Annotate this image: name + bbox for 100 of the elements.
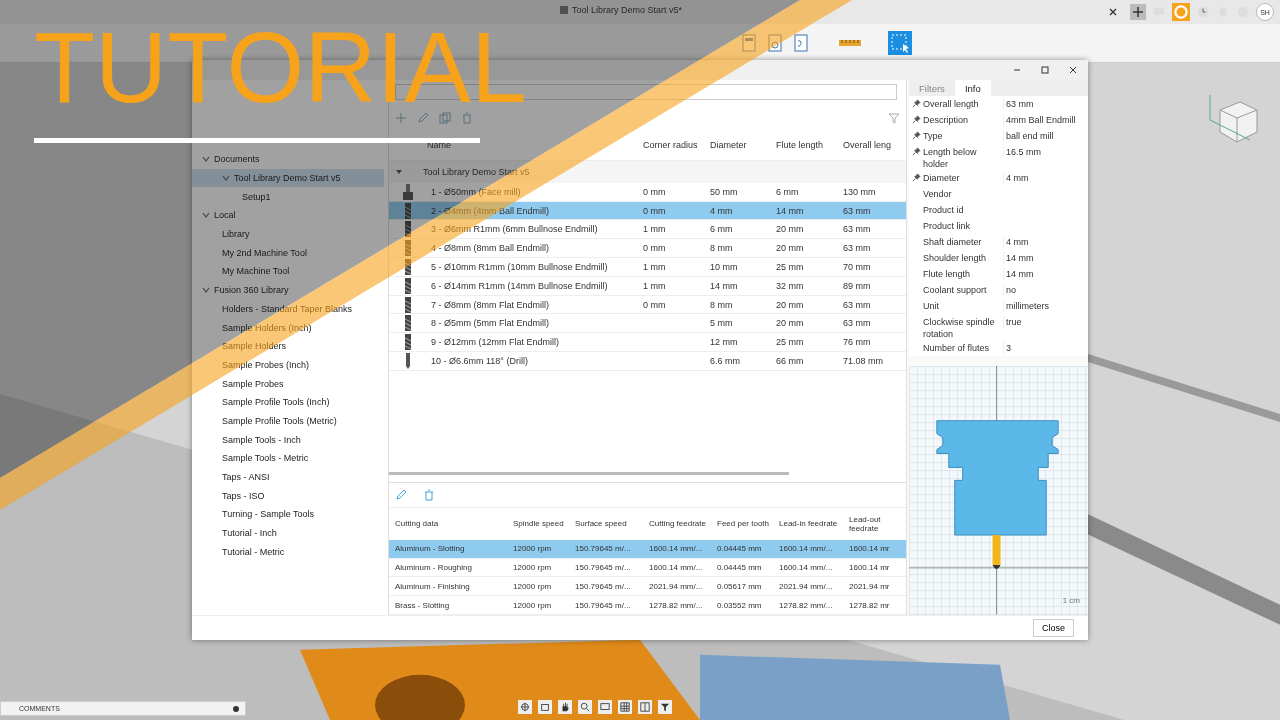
cutting-data-row[interactable]: Aluminum - Roughing 12000 rpm 150.79645 m/... 1600.14 mm/... 0.04445 mm 1600.14 mm/... 1600.14 mr [389,558,906,578]
tree-item[interactable]: Fusion 360 Library [192,280,388,300]
tree-item[interactable]: Sample Profile Tools (Metric) [192,411,388,431]
tree-item[interactable]: Taps - ISO [192,486,388,506]
close-icon[interactable] [1068,65,1078,75]
grid-icon[interactable] [618,700,632,714]
property-value: 63 mm [1006,99,1034,110]
chevron-icon[interactable] [202,155,210,164]
table-cell: 5 - Ø10mm R1mm (10mm Bullnose Endmill) [431,261,608,272]
table-cell: Brass - Slotting [395,600,450,610]
tree-item[interactable]: Library [192,224,388,244]
orbit-icon[interactable] [518,700,532,714]
table-cell: 63 mm [843,224,871,235]
column-header[interactable]: Cutting data [389,519,507,529]
tutorial-title: TUTORIAL [34,24,527,110]
table-cell: 8 mm [710,243,733,254]
table-cell: 150.79645 m/... [575,600,631,610]
table-cell: 1278.82 mr [849,600,890,610]
pencil-icon[interactable] [417,112,429,124]
table-cell: 12000 rpm [513,544,552,554]
tree-item[interactable]: Tool Library Demo Start v5 [192,168,384,188]
column-header[interactable]: Flute length [772,139,839,150]
document-tab[interactable]: Tool Library Demo Start v5* [560,5,683,15]
look-at-icon[interactable] [538,700,552,714]
close-button[interactable]: Close [1033,619,1074,637]
tree-item[interactable]: Sample Probes [192,374,388,393]
add-tab-icon[interactable] [1130,4,1146,20]
column-header[interactable]: Feed per tooth [711,519,773,529]
tree-item[interactable]: Sample Tools - Inch [192,430,388,449]
tool-row[interactable]: 5 - Ø10mm R1mm (10mm Bullnose Endmill) 1 mm 10 mm 25 mm 70 mm [389,258,906,277]
tree-item[interactable]: Turning - Sample Tools [192,505,388,524]
column-header[interactable]: Diameter [706,139,772,150]
tree-item[interactable]: Sample Tools - Metric [192,449,388,468]
property-value: ball end mill [1006,131,1054,142]
chevron-icon[interactable] [202,286,210,295]
pin-icon[interactable] [911,115,921,125]
property-label: Product id [923,204,965,217]
pin-icon[interactable] [911,173,921,183]
table-cell: 0.04445 mm [717,563,762,572]
collapse-icon[interactable] [395,167,403,176]
tree-item[interactable]: My 2nd Machine Tool [192,243,388,263]
table-cell: 12 mm [710,337,738,348]
tool-row[interactable]: 8 - Ø5mm (5mm Flat Endmill) 5 mm 20 mm 63 mm [389,314,906,334]
table-cell: 1278.82 mm/... [779,600,833,610]
pan-icon[interactable] [558,700,572,714]
cutting-data-row[interactable]: Aluminum - Slotting 12000 rpm 150.79645 m/... 1600.14 mm/... 0.04445 mm 1600.14 mm/... 1600.14 mr [389,539,906,559]
column-header[interactable]: Lead-out feedrate [843,514,899,533]
tree-item[interactable]: Documents [192,150,388,169]
property-label: Description [923,114,970,127]
zoom-icon[interactable] [578,700,592,714]
property-value: no [1006,285,1016,296]
cutting-data-row[interactable]: Aluminum - Finishing 12000 rpm 150.79645 m/... 2021.94 mm/... 0.05617 mm 2021.94 mm/... 2021.94 mr [389,577,906,597]
display-icon[interactable] [598,700,612,714]
ruler-icon[interactable] [838,37,862,49]
column-header[interactable]: Cutting feedrate [643,519,711,529]
column-header[interactable]: Corner radius [639,139,706,150]
tree-item[interactable]: My Machine Tool [192,262,388,281]
tool-row[interactable]: 10 - Ø6.6mm 118° (Drill) 6.6 mm 66 mm 71.08 mm [389,352,906,371]
tool-row[interactable]: 9 - Ø12mm (12mm Flat Endmill) 12 mm 25 mm 76 mm [389,333,906,353]
tree-item[interactable]: Sample Profile Tools (Inch) [192,392,388,412]
panel-tab[interactable]: Info [954,80,991,97]
endmill-icon [403,277,413,294]
select-icon[interactable] [888,31,912,55]
chevron-icon[interactable] [202,211,210,220]
tree-item[interactable]: Tutorial - Inch [192,523,388,543]
table-cell: 1600.14 mm/... [649,544,703,554]
pencil-icon[interactable] [395,488,407,501]
column-header[interactable]: Overall leng [839,139,906,150]
table-cell: 4 mm [710,205,733,216]
close-icon[interactable] [1108,7,1118,17]
scrollbar-thumb[interactable] [389,471,789,475]
viewports-icon[interactable] [638,700,652,714]
table-cell: 76 mm [843,337,871,348]
pin-icon[interactable] [911,131,921,141]
tree-item[interactable]: Local [192,206,388,225]
table-cell: 63 mm [843,318,871,329]
column-header[interactable]: Spindle speed [507,519,569,529]
cutting-data-row[interactable]: Brass - Slotting 12000 rpm 150.79645 m/... 1278.82 mm/... 0.03552 mm 1278.82 mm/... 1278.82 mr [389,596,906,615]
trash-icon[interactable] [423,488,435,501]
tool-row[interactable]: 4 - Ø8mm (8mm Ball Endmill) 0 mm 8 mm 20 mm 63 mm [389,239,906,259]
column-header[interactable]: Surface speed [569,519,643,529]
tool-row[interactable]: 6 - Ø14mm R1mm (14mm Bullnose Endmill) 1 mm 14 mm 32 mm 89 mm [389,276,906,296]
chevron-icon[interactable] [222,174,230,183]
tool-row[interactable]: 7 - Ø8mm (8mm Flat Endmill) 0 mm 8 mm 20 mm 63 mm [389,295,906,315]
pin-icon[interactable] [911,147,921,157]
tree-item[interactable]: Tutorial - Metric [192,542,388,562]
tree-item[interactable]: Taps - ANSI [192,467,388,487]
tool-row[interactable]: 3 - Ø6mm R1mm (6mm Bullnose Endmill) 1 mm 6 mm 20 mm 63 mm [389,220,906,240]
filter-icon[interactable] [658,700,672,714]
tool-row[interactable]: 1 - Ø50mm (Face mill) 0 mm 50 mm 6 mm 130 mm [389,182,906,202]
column-header[interactable]: Lead-in feedrate [773,519,843,529]
maximize-icon[interactable] [1040,65,1050,75]
property-label: Coolant support [923,284,988,297]
table-cell: 3 - Ø6mm R1mm (6mm Bullnose Endmill) [431,224,598,235]
property-value: 14 mm [1006,253,1034,264]
tree-item[interactable]: Setup1 [192,187,388,207]
clock-icon[interactable] [1196,5,1210,19]
table-cell: 0 mm [643,186,666,197]
pin-icon[interactable] [911,99,921,109]
job-status-icon[interactable] [1172,3,1190,21]
